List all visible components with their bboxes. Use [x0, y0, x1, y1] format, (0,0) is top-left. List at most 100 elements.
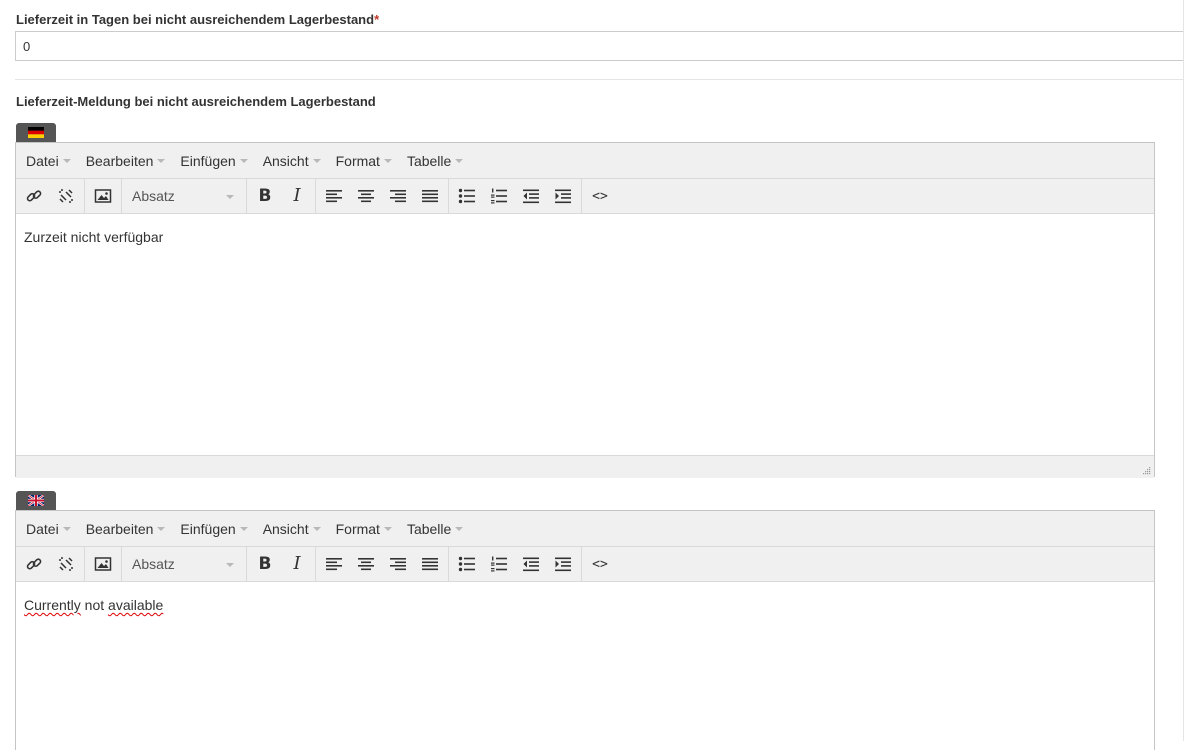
delivery-days-label-text: Lieferzeit in Tagen bei nicht ausreichen… [16, 12, 375, 27]
align-right-icon [390, 190, 406, 203]
image-icon [94, 189, 112, 203]
link-icon [26, 190, 42, 202]
indent-button[interactable] [547, 549, 579, 579]
insert-link-button[interactable] [18, 549, 50, 579]
menu-table[interactable]: Tabelle [401, 143, 469, 178]
bold-button[interactable]: B [249, 181, 281, 211]
align-center-icon [358, 558, 374, 571]
align-left-button[interactable] [318, 181, 350, 211]
bullet-list-icon [458, 188, 475, 204]
align-right-icon [390, 558, 406, 571]
bullet-list-icon [458, 556, 475, 572]
chevron-down-icon [383, 159, 392, 163]
menu-format[interactable]: Format [330, 143, 398, 178]
insert-image-button[interactable] [87, 549, 119, 579]
bold-button[interactable]: B [249, 549, 281, 579]
bullet-list-button[interactable] [451, 181, 483, 211]
editor-content-area[interactable]: Zurzeit nicht verfügbar [16, 214, 1154, 455]
menu-view-label: Ansicht [262, 152, 309, 169]
bold-icon: B [258, 553, 272, 574]
menu-edit[interactable]: Bearbeiten [80, 143, 172, 178]
chevron-down-icon [312, 527, 321, 531]
italic-icon: I [293, 553, 301, 574]
delivery-message-label: Lieferzeit-Meldung bei nicht ausreichend… [16, 94, 376, 109]
bullet-list-button[interactable] [451, 549, 483, 579]
toolbar-group-block-format: Absatz [122, 179, 247, 213]
align-justify-icon [422, 558, 438, 571]
align-justify-button[interactable] [414, 549, 446, 579]
uk-flag-icon [28, 495, 44, 506]
block-format-value: Absatz [132, 188, 175, 204]
menu-table[interactable]: Tabelle [401, 511, 469, 546]
block-format-select[interactable]: Absatz [124, 179, 244, 213]
numbered-list-button[interactable] [483, 181, 515, 211]
block-format-value: Absatz [132, 556, 175, 572]
menu-format[interactable]: Format [330, 511, 398, 546]
menu-format-label: Format [335, 152, 380, 169]
menu-edit-label: Bearbeiten [85, 520, 154, 537]
chevron-down-icon [239, 159, 248, 163]
section-divider [15, 79, 1184, 80]
chevron-down-icon [62, 159, 71, 163]
language-tab-english[interactable] [16, 491, 56, 510]
indent-icon [555, 557, 571, 571]
menu-insert-label: Einfügen [180, 152, 236, 169]
insert-link-button[interactable] [18, 181, 50, 211]
remove-link-button[interactable] [50, 181, 82, 211]
menu-file[interactable]: Datei [20, 143, 77, 178]
align-left-button[interactable] [318, 549, 350, 579]
align-justify-button[interactable] [414, 181, 446, 211]
remove-link-button[interactable] [50, 549, 82, 579]
rich-text-editor-english: Datei Bearbeiten Einfügen Ansicht Format… [15, 510, 1155, 750]
chevron-down-icon [226, 195, 234, 199]
editor-menubar: Datei Bearbeiten Einfügen Ansicht Format… [16, 511, 1154, 547]
menu-insert[interactable]: Einfügen [174, 143, 253, 178]
align-right-button[interactable] [382, 181, 414, 211]
chevron-down-icon [455, 527, 464, 531]
menu-file-label: Datei [26, 520, 59, 537]
delivery-days-input[interactable] [15, 31, 1184, 61]
chevron-down-icon [239, 527, 248, 531]
menu-file[interactable]: Datei [20, 511, 77, 546]
source-code-button[interactable]: <> [584, 549, 616, 579]
block-format-select[interactable]: Absatz [124, 547, 244, 581]
menu-view[interactable]: Ansicht [257, 143, 327, 178]
menu-view-label: Ansicht [262, 520, 309, 537]
misspelled-word: Currently [24, 597, 81, 613]
menu-edit[interactable]: Bearbeiten [80, 511, 172, 546]
toolbar-group-image [85, 179, 122, 213]
menu-insert[interactable]: Einfügen [174, 511, 253, 546]
numbered-list-button[interactable] [483, 549, 515, 579]
link-icon [26, 558, 42, 570]
rich-text-editor-german: Datei Bearbeiten Einfügen Ansicht Format… [15, 142, 1155, 478]
insert-image-button[interactable] [87, 181, 119, 211]
align-center-button[interactable] [350, 549, 382, 579]
outdent-button[interactable] [515, 181, 547, 211]
chevron-down-icon [62, 527, 71, 531]
italic-button[interactable]: I [281, 181, 313, 211]
source-code-button[interactable]: <> [584, 181, 616, 211]
numbered-list-icon [491, 188, 507, 204]
required-marker: * [374, 12, 380, 27]
bold-icon: B [258, 185, 272, 206]
outdent-icon [523, 189, 539, 203]
chevron-down-icon [226, 563, 234, 567]
italic-button[interactable]: I [281, 549, 313, 579]
align-center-button[interactable] [350, 181, 382, 211]
toolbar-group-links [16, 179, 85, 213]
menu-table-label: Tabelle [406, 152, 452, 169]
toolbar-group-align [316, 179, 449, 213]
resize-handle-icon[interactable] [1142, 466, 1151, 475]
language-tab-german[interactable] [16, 123, 56, 142]
toolbar-group-block-format: Absatz [122, 547, 247, 581]
indent-button[interactable] [547, 181, 579, 211]
menu-table-label: Tabelle [406, 520, 452, 537]
menu-view[interactable]: Ansicht [257, 511, 327, 546]
align-right-button[interactable] [382, 549, 414, 579]
toolbar-group-code: <> [582, 547, 618, 581]
toolbar-group-image [85, 547, 122, 581]
toolbar-group-style: B I [247, 179, 316, 213]
editor-content-area[interactable]: Currently not available [16, 582, 1154, 752]
outdent-button[interactable] [515, 549, 547, 579]
menu-insert-label: Einfügen [180, 520, 236, 537]
